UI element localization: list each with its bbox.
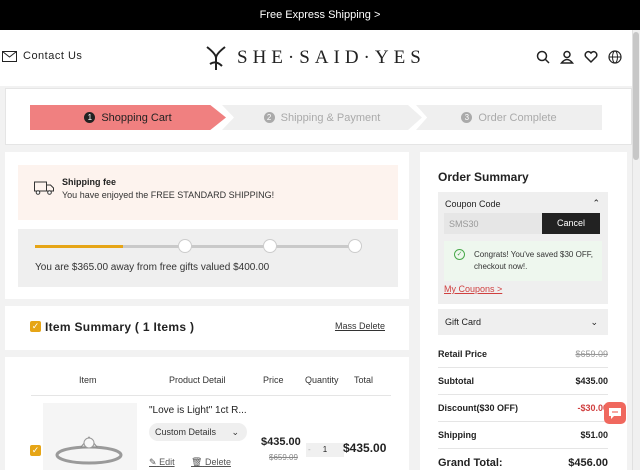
row-label: Retail Price xyxy=(438,349,488,359)
subtotal-row: Subtotal $435.00 xyxy=(438,376,608,386)
col-header-total: Total xyxy=(354,375,374,385)
cancel-coupon-button[interactable]: Cancel xyxy=(542,213,600,234)
item-old-price: $659.09 xyxy=(269,453,298,462)
row-label: Shipping xyxy=(438,430,477,440)
coupon-section: Coupon Code ⌃ Cancel ✓ Congrats! You've … xyxy=(438,192,608,304)
item-summary-title: Item Summary ( 1 Items ) xyxy=(45,320,195,334)
divider xyxy=(438,448,608,449)
row-value: $456.00 xyxy=(568,457,608,469)
ring-image xyxy=(55,436,123,465)
edit-link[interactable]: ✎ Edit xyxy=(149,457,175,468)
order-summary-panel: Order Summary Coupon Code ⌃ Cancel ✓ Con… xyxy=(420,152,627,470)
quantity-value: 1 xyxy=(322,445,328,454)
chevron-down-icon: ⌄ xyxy=(590,317,598,327)
divider xyxy=(438,421,608,422)
product-image[interactable] xyxy=(43,403,137,470)
row-value: $51.00 xyxy=(580,430,608,440)
col-header-price: Price xyxy=(263,375,284,385)
mass-delete-link[interactable]: Mass Delete xyxy=(335,321,385,331)
step-shipping-payment: 2 Shipping & Payment xyxy=(222,105,422,130)
chat-icon xyxy=(609,408,621,419)
retail-price-row: Retail Price $659.09 xyxy=(438,349,608,359)
step-number: 1 xyxy=(84,112,96,123)
delete-label: Delete xyxy=(204,457,231,467)
free-gift-progress: You are $365.00 away from free gifts val… xyxy=(18,229,398,287)
mail-icon xyxy=(2,50,17,62)
divider xyxy=(438,394,608,395)
coupon-label[interactable]: Coupon Code xyxy=(445,199,501,209)
shipping-fee-desc: You have enjoyed the FREE STANDARD SHIPP… xyxy=(62,190,275,200)
item-checkbox[interactable]: ✓ xyxy=(30,445,41,456)
step-label: Order Complete xyxy=(478,111,557,124)
col-header-item: Item xyxy=(79,375,97,385)
select-all-checkbox[interactable]: ✓ xyxy=(30,321,41,332)
edit-label: Edit xyxy=(159,457,175,467)
logo-text: SHE·SAID·YES xyxy=(237,47,426,68)
progress-text: You are $365.00 away from free gifts val… xyxy=(35,262,270,273)
discount-row: Discount($30 OFF) -$30.00 xyxy=(438,403,608,413)
checkout-steps: 1 Shopping Cart 2 Shipping & Payment 3 O… xyxy=(5,88,632,145)
custom-details-label: Custom Details xyxy=(155,427,217,437)
globe-icon[interactable] xyxy=(608,50,622,64)
coupon-success-text: Congrats! You've saved $30 OFF, checkout… xyxy=(474,250,593,271)
search-icon[interactable] xyxy=(536,50,550,64)
row-label: Discount($30 OFF) xyxy=(438,403,519,413)
my-coupons-link[interactable]: My Coupons > xyxy=(444,284,502,294)
col-header-quantity: Quantity xyxy=(305,375,339,385)
coupon-success-message: ✓ Congrats! You've saved $30 OFF, checko… xyxy=(444,241,602,281)
step-shopping-cart: 1 Shopping Cart xyxy=(30,105,226,130)
delete-link[interactable]: 🗑 Delete xyxy=(191,457,231,468)
step-label: Shopping Cart xyxy=(101,111,172,124)
progress-fill xyxy=(35,245,124,248)
qty-minus-button[interactable]: - xyxy=(308,443,311,457)
trash-icon: 🗑 xyxy=(191,457,203,467)
promo-bar[interactable]: Free Express Shipping > xyxy=(0,0,640,30)
divider xyxy=(31,395,391,396)
logo[interactable]: SHE·SAID·YES xyxy=(205,44,426,72)
progress-track xyxy=(35,245,361,248)
shipping-fee-notice: Shipping fee You have enjoyed the FREE S… xyxy=(18,165,398,220)
row-value: $435.00 xyxy=(575,376,608,386)
gift-diamond-icon xyxy=(263,239,277,253)
coupon-input[interactable] xyxy=(444,213,542,234)
custom-details-dropdown[interactable]: Custom Details ⌄ xyxy=(149,423,247,441)
contact-us-link[interactable]: Contact Us xyxy=(2,50,82,62)
chevron-down-icon: ⌄ xyxy=(231,427,239,437)
site-header: Contact Us SHE·SAID·YES xyxy=(0,30,640,86)
chevron-up-icon[interactable]: ⌃ xyxy=(592,198,600,209)
item-total: $435.00 xyxy=(343,441,387,455)
heart-icon[interactable] xyxy=(584,50,598,64)
chat-button[interactable] xyxy=(604,402,626,424)
step-order-complete: 3 Order Complete xyxy=(416,105,602,130)
check-circle-icon: ✓ xyxy=(454,249,465,260)
quantity-stepper[interactable]: - 1 xyxy=(306,443,344,457)
step-label: Shipping & Payment xyxy=(280,111,381,124)
cart-items-table: Item Product Detail Price Quantity Total… xyxy=(5,357,409,470)
user-icon[interactable] xyxy=(560,50,574,64)
scrollbar-thumb[interactable] xyxy=(633,32,639,160)
row-label: Grand Total: xyxy=(438,457,503,469)
gift-card-dropdown[interactable]: Gift Card ⌄ xyxy=(438,309,608,335)
order-summary-title: Order Summary xyxy=(438,170,529,184)
contact-us-label: Contact Us xyxy=(23,50,83,62)
pencil-icon: ✎ xyxy=(149,457,157,467)
col-header-product-detail: Product Detail xyxy=(169,375,226,385)
item-summary-header: ✓ Item Summary ( 1 Items ) Mass Delete xyxy=(5,306,409,350)
grand-total-row: Grand Total: $456.00 xyxy=(438,457,608,469)
gift-diamond-icon xyxy=(178,239,192,253)
divider xyxy=(438,367,608,368)
product-name[interactable]: "Love is Light" 1ct R... xyxy=(149,405,247,416)
row-label: Subtotal xyxy=(438,376,474,386)
gift-card-label: Gift Card xyxy=(445,317,482,327)
step-number: 3 xyxy=(461,112,473,123)
row-value: $659.09 xyxy=(575,349,608,359)
step-number: 2 xyxy=(263,112,275,123)
shipping-panel: Shipping fee You have enjoyed the FREE S… xyxy=(5,152,409,299)
truck-icon xyxy=(34,181,54,195)
gift-diamond-icon xyxy=(348,239,362,253)
shipping-fee-title: Shipping fee xyxy=(62,177,116,187)
logo-mark-icon xyxy=(206,46,226,70)
shipping-row: Shipping $51.00 xyxy=(438,430,608,440)
item-price: $435.00 xyxy=(261,436,301,448)
